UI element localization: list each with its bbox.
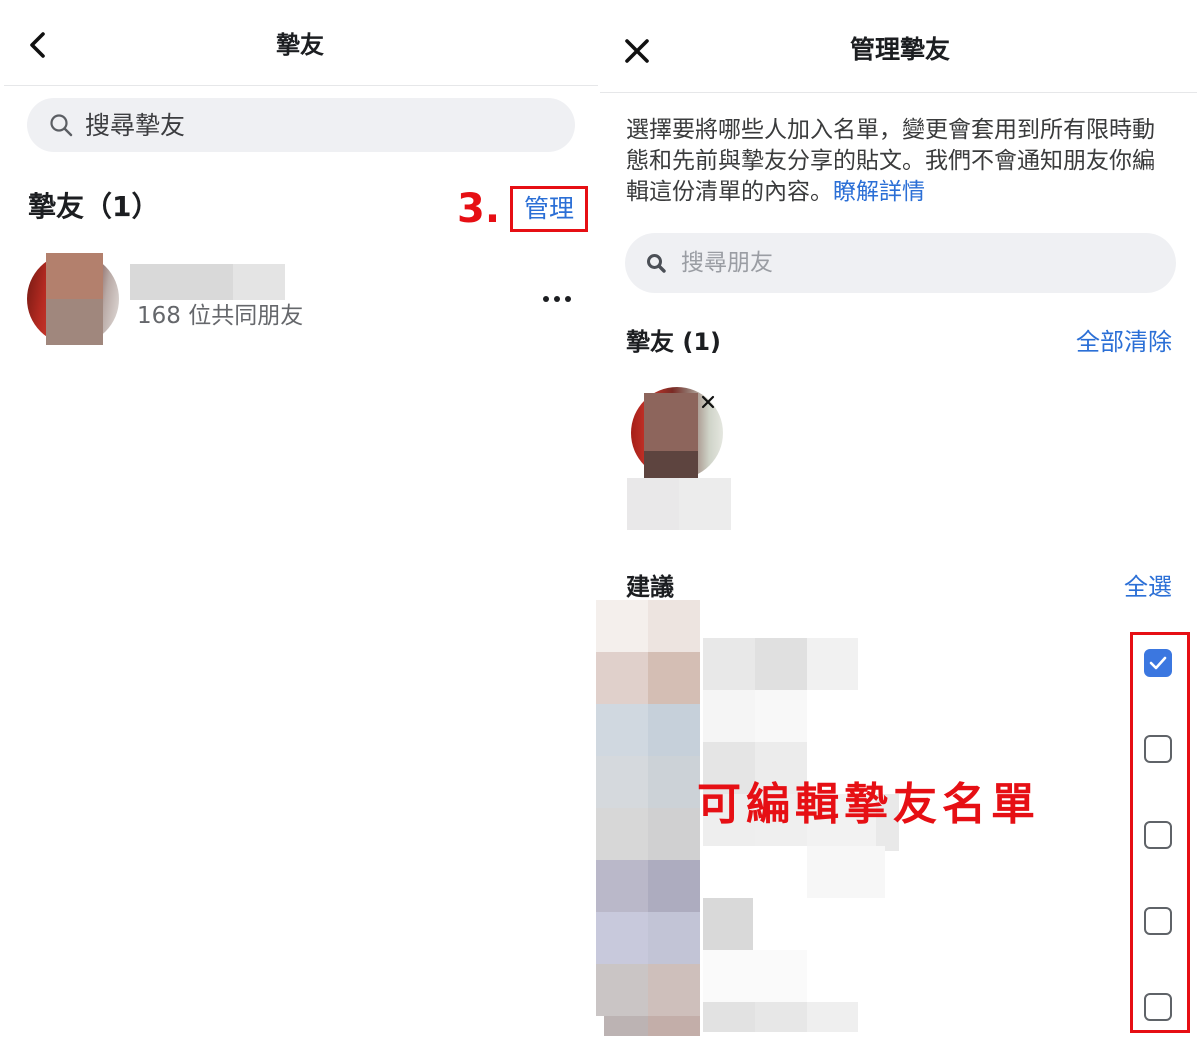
more-button[interactable] xyxy=(541,292,573,306)
more-horizontal-icon xyxy=(543,296,571,302)
redacted-avatar-mosaic xyxy=(46,299,103,345)
header-divider xyxy=(4,85,598,86)
annotation-box-manage: 管理 xyxy=(510,186,588,232)
mutual-friends-count: 168 位共同朋友 xyxy=(137,303,304,329)
annotation-step-label: 3. xyxy=(457,186,501,232)
annotation-label: 可編輯摯友名單 xyxy=(697,779,1040,830)
manage-button[interactable]: 管理 xyxy=(513,189,585,229)
close-friends-screen: 摯友 摯友（1） 3. 管理 168 位共同朋友 xyxy=(0,0,600,1050)
manage-close-friends-screen: 管理摯友 選擇要將哪些人加入名單，變更會套用到所有限時動態和先前與摯友分享的貼文… xyxy=(596,0,1200,1050)
redacted-name-mosaic xyxy=(233,264,285,300)
search-input[interactable] xyxy=(85,98,505,152)
suggestion-row[interactable] xyxy=(600,878,1200,964)
suggestion-row[interactable] xyxy=(600,620,1200,706)
friend-row[interactable]: 168 位共同朋友 xyxy=(0,245,600,353)
redacted-avatar-mosaic xyxy=(46,253,103,299)
redacted-name-mosaic xyxy=(130,264,233,300)
search-bar[interactable] xyxy=(27,98,575,152)
page-title: 摯友 xyxy=(276,31,324,59)
annotation-box-checkboxes xyxy=(1130,632,1190,1033)
search-icon xyxy=(50,114,73,137)
friends-section-title: 摯友（1） xyxy=(28,190,160,223)
suggestion-row[interactable] xyxy=(600,964,1200,1050)
